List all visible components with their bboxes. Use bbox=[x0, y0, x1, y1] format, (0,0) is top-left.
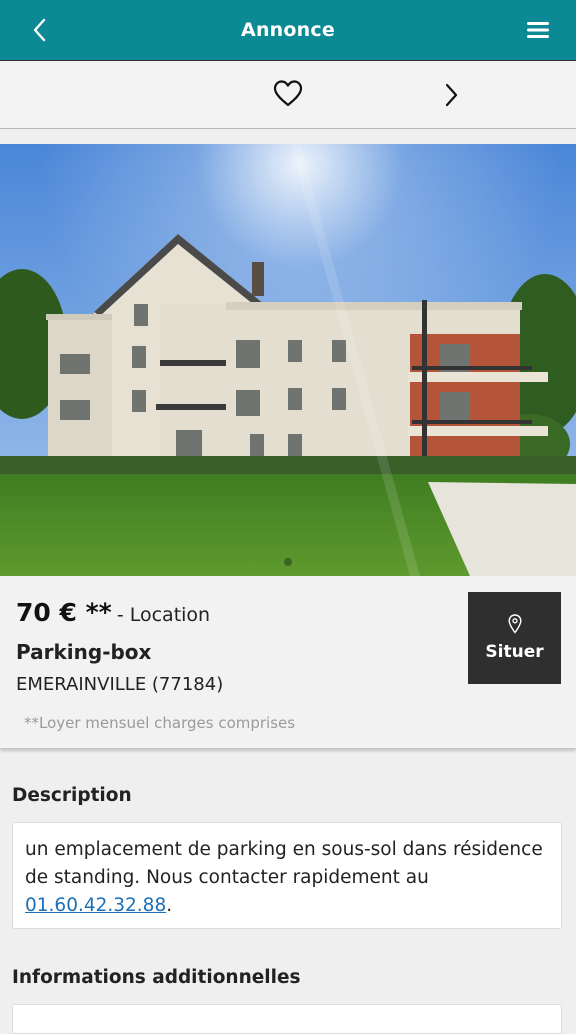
listing-actionbar bbox=[0, 60, 576, 129]
property-type: Parking-box bbox=[16, 640, 152, 664]
page-title: Annonce bbox=[241, 19, 335, 41]
property-location: EMERAINVILLE (77184) bbox=[16, 674, 224, 695]
heart-icon bbox=[273, 80, 303, 107]
chevron-right-icon bbox=[445, 83, 458, 107]
price-note: **Loyer mensuel charges comprises bbox=[24, 714, 296, 732]
transaction-type: - Location bbox=[116, 604, 211, 626]
next-listing-button[interactable] bbox=[434, 75, 468, 115]
menu-button[interactable] bbox=[522, 14, 554, 46]
additional-info-title: Informations additionnelles bbox=[12, 967, 301, 988]
favorite-button[interactable] bbox=[268, 73, 308, 113]
locate-button[interactable]: Situer bbox=[468, 592, 561, 684]
hamburger-menu-icon bbox=[527, 22, 549, 38]
price-line: 70 € ** - Location bbox=[16, 598, 210, 627]
listing-summary: 70 € ** - Location Parking-box EMERAINVI… bbox=[0, 576, 576, 748]
additional-info-box bbox=[12, 1004, 562, 1034]
price: 70 € ** bbox=[16, 598, 112, 627]
listing-photo[interactable] bbox=[0, 144, 576, 576]
description-text: un emplacement de parking en sous-sol da… bbox=[25, 839, 543, 888]
app-header: Annonce bbox=[0, 0, 576, 60]
chevron-left-icon bbox=[33, 18, 46, 42]
description-title: Description bbox=[12, 785, 132, 806]
map-pin-icon bbox=[507, 614, 522, 634]
description-box: un emplacement de parking en sous-sol da… bbox=[12, 822, 562, 929]
locate-button-label: Situer bbox=[485, 642, 544, 662]
phone-link[interactable]: 01.60.42.32.88 bbox=[25, 895, 166, 916]
back-button[interactable] bbox=[24, 14, 56, 46]
description-text-end: . bbox=[166, 895, 173, 916]
